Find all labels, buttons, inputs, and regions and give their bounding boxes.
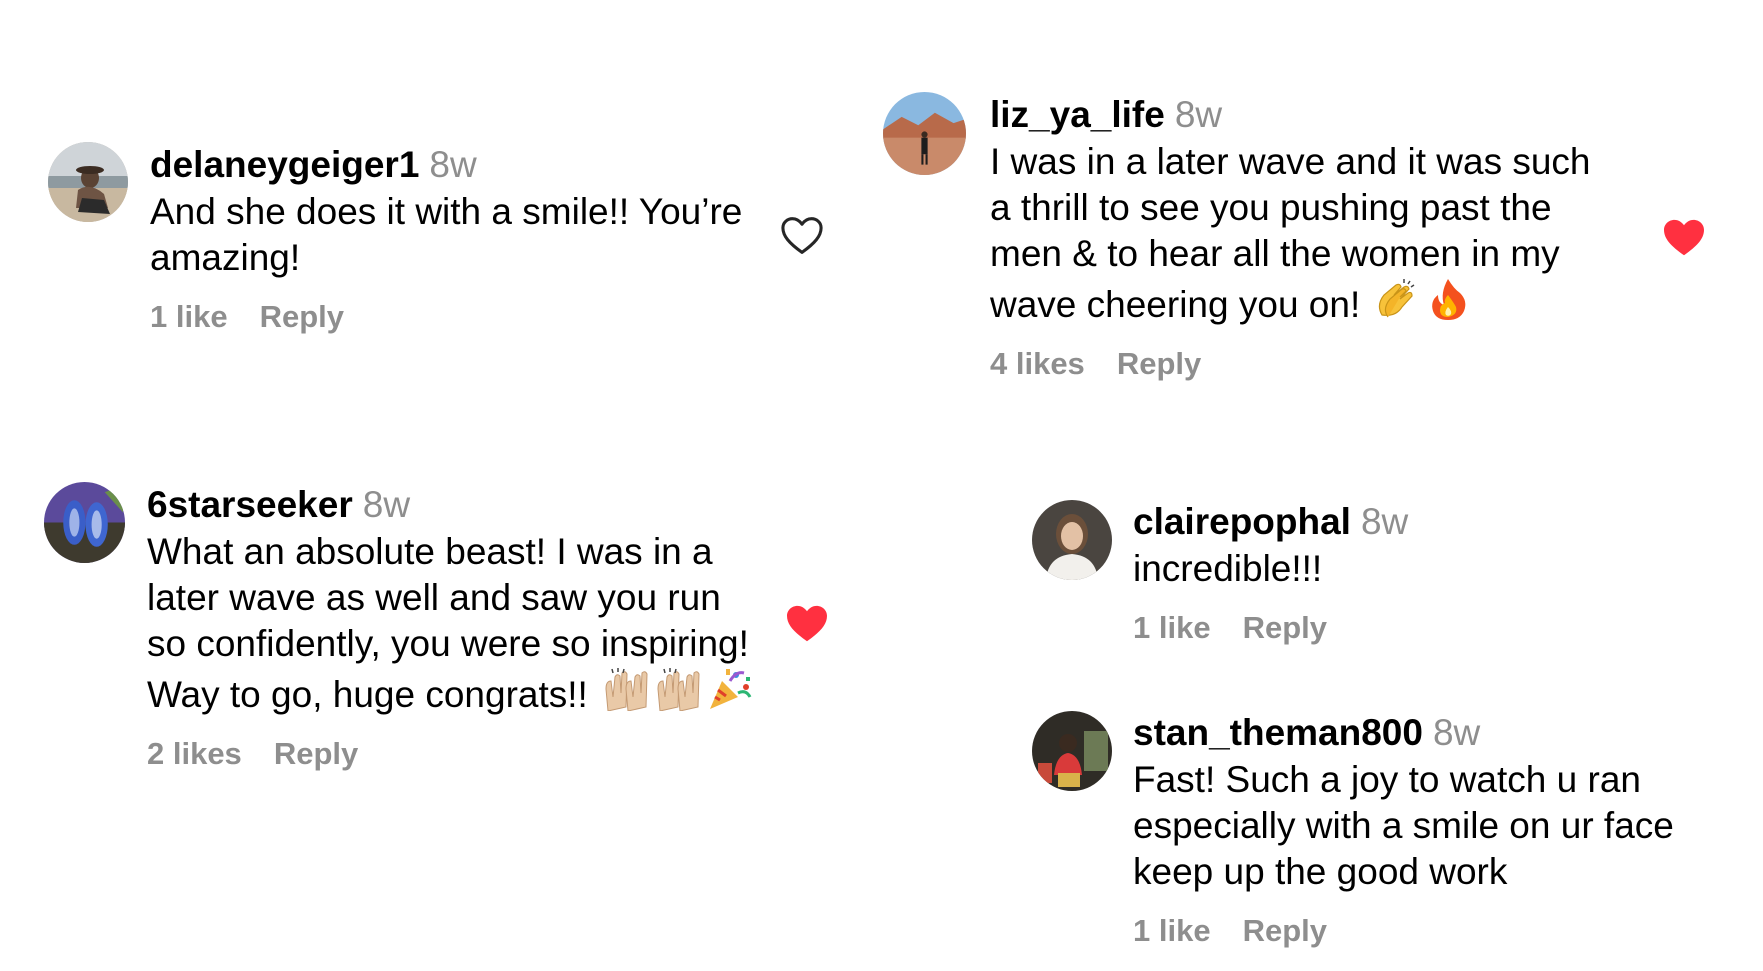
- comment-text-line: so confidently, you were so inspiring!: [147, 623, 749, 664]
- reply-button[interactable]: Reply: [1117, 346, 1201, 381]
- comment-text-line: a thrill to see you pushing past the: [990, 187, 1552, 228]
- avatar[interactable]: [883, 92, 966, 175]
- comment-text-line-with-emoji: Way to go, huge congrats!!: [147, 667, 752, 718]
- raising-hands-icon: [602, 667, 648, 711]
- comment-body: 6starseeker 8w What an absolute beast! I …: [147, 481, 752, 772]
- like-count[interactable]: 1 like: [1133, 610, 1211, 645]
- comment-text-line-with-emoji: wave cheering you on!: [990, 277, 1591, 328]
- reply-button[interactable]: Reply: [274, 736, 358, 771]
- comment-header: 6starseeker 8w: [147, 481, 752, 529]
- reply-button[interactable]: Reply: [260, 299, 344, 334]
- comment-body: delaneygeiger1 8w And she does it with a …: [150, 141, 742, 335]
- comment-text-line: keep up the good work: [1133, 851, 1508, 892]
- comment-body: clairepophal 8w incredible!!! 1 like Reply: [1133, 498, 1408, 646]
- avatar[interactable]: [48, 142, 128, 222]
- timestamp: 8w: [1360, 501, 1409, 542]
- comment-actions: 1 like Reply: [150, 299, 742, 335]
- comment-actions: 1 like Reply: [1133, 913, 1674, 949]
- clapping-hands-icon: [1374, 277, 1420, 321]
- comment-body: liz_ya_life 8w I was in a later wave and …: [990, 91, 1591, 382]
- heart-filled-icon[interactable]: [1662, 218, 1706, 258]
- comment-header: clairepophal 8w: [1133, 498, 1408, 546]
- comment-text-segment: Way to go, huge congrats!!: [147, 674, 588, 715]
- comment-text: incredible!!!: [1133, 546, 1408, 592]
- comment-text: What an absolute beast! I was in a later…: [147, 529, 752, 718]
- like-count[interactable]: 1 like: [1133, 913, 1211, 948]
- avatar[interactable]: [44, 482, 125, 563]
- raising-hands-icon: [654, 667, 700, 711]
- comment-actions: 1 like Reply: [1133, 610, 1408, 646]
- comment-actions: 4 likes Reply: [990, 346, 1591, 382]
- username[interactable]: liz_ya_life: [990, 94, 1165, 135]
- reply-button[interactable]: Reply: [1243, 913, 1327, 948]
- avatar[interactable]: [1032, 500, 1112, 580]
- username[interactable]: clairepophal: [1133, 501, 1351, 542]
- fire-icon: [1426, 277, 1472, 321]
- heart-outline-icon[interactable]: [780, 216, 824, 256]
- comment-text-line: And she does it with a smile!! You’re: [150, 191, 743, 232]
- comment-header: stan_theman800 8w: [1133, 709, 1674, 757]
- like-count[interactable]: 2 likes: [147, 736, 242, 771]
- comment-text-line: men & to hear all the women in my: [990, 233, 1560, 274]
- comment-text-line: I was in a later wave and it was such: [990, 141, 1591, 182]
- avatar[interactable]: [1032, 711, 1112, 791]
- comment-text-line: What an absolute beast! I was in a: [147, 531, 713, 572]
- party-popper-icon: [706, 667, 752, 711]
- comment-text: And she does it with a smile!! You’re am…: [150, 189, 742, 281]
- comment-text-line: amazing!: [150, 237, 301, 278]
- timestamp: 8w: [1174, 94, 1223, 135]
- like-count[interactable]: 4 likes: [990, 346, 1085, 381]
- timestamp: 8w: [362, 484, 411, 525]
- comment-body: stan_theman800 8w Fast! Such a joy to wat…: [1133, 709, 1674, 949]
- comment-text-line: especially with a smile on ur face: [1133, 805, 1674, 846]
- username[interactable]: stan_theman800: [1133, 712, 1423, 753]
- timestamp: 8w: [1432, 712, 1481, 753]
- reply-button[interactable]: Reply: [1243, 610, 1327, 645]
- comment-text-line: incredible!!!: [1133, 548, 1323, 589]
- username[interactable]: delaneygeiger1: [150, 144, 419, 185]
- comment-text-line: Fast! Such a joy to watch u ran: [1133, 759, 1641, 800]
- comment-text: Fast! Such a joy to watch u ran especial…: [1133, 757, 1674, 895]
- timestamp: 8w: [429, 144, 477, 185]
- comment-actions: 2 likes Reply: [147, 736, 752, 772]
- username[interactable]: 6starseeker: [147, 484, 353, 525]
- comment-text: I was in a later wave and it was such a …: [990, 139, 1591, 328]
- heart-filled-icon[interactable]: [785, 604, 829, 644]
- comment-header: delaneygeiger1 8w: [150, 141, 742, 189]
- comment-text-segment: wave cheering you on!: [990, 284, 1361, 325]
- like-count[interactable]: 1 like: [150, 299, 228, 334]
- comment-header: liz_ya_life 8w: [990, 91, 1591, 139]
- comment-text-line: later wave as well and saw you run: [147, 577, 721, 618]
